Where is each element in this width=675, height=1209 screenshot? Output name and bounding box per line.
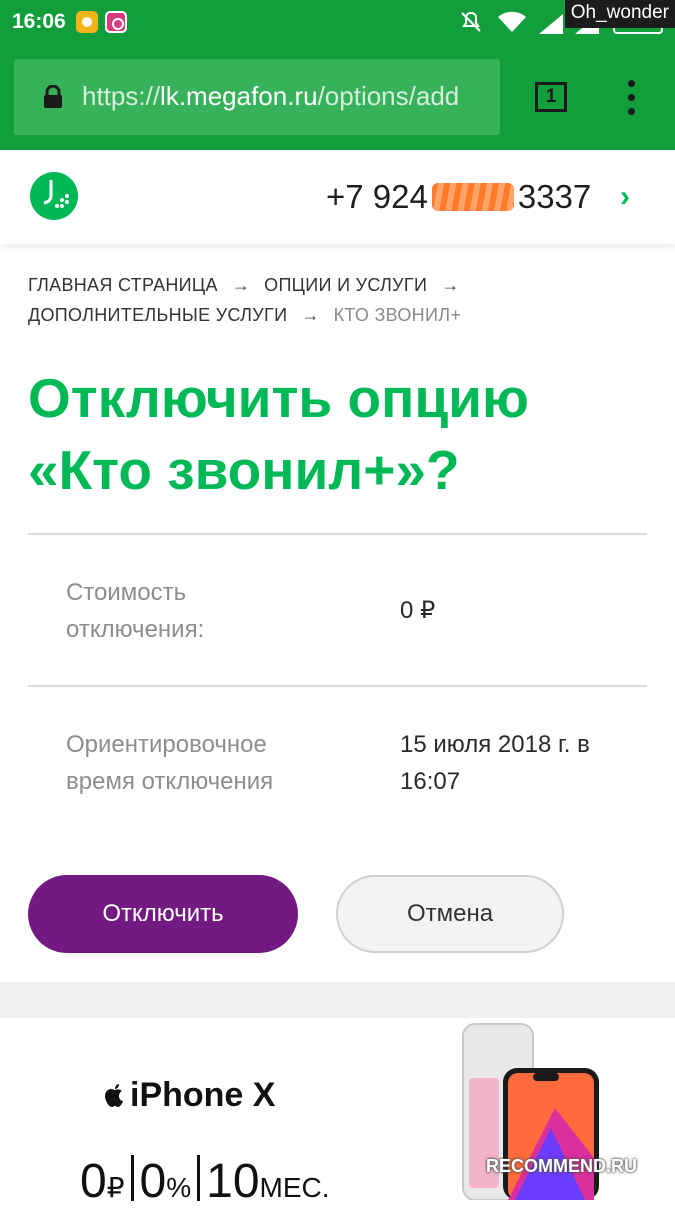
chevron-right-icon[interactable]: › [620, 180, 630, 214]
notification-app-icon [76, 11, 98, 33]
section-separator [0, 982, 675, 1018]
status-bar: 16:06 Oh_wonder [0, 0, 675, 46]
breadcrumb: ГЛАВНАЯ СТРАНИЦА → ОПЦИИ И УСЛУГИ → ДОПОЛНИ… [28, 270, 648, 330]
tab-switcher-button[interactable]: 1 [535, 82, 567, 112]
cost-label: Стоимость отключения: [66, 579, 205, 643]
promo-terms: 0₽ 0% 10МЕС. [80, 1154, 330, 1209]
url-domain: lk.megafon.ru [160, 81, 318, 111]
divider [28, 533, 647, 535]
url-text: https://lk.megafon.ru/options/add [82, 81, 490, 112]
promo-term-interest-unit: % [166, 1172, 192, 1203]
redacted-scribble [431, 183, 514, 211]
promo-brand: iPhone X [104, 1076, 275, 1115]
promo-term-down-payment-unit: ₽ [106, 1172, 125, 1203]
watermark-recommend: RECOMMEND.RU [486, 1156, 637, 1176]
instagram-icon [105, 11, 127, 33]
site-header: +7 924 3337 › [0, 150, 675, 244]
breadcrumb-additional-services[interactable]: ДОПОЛНИТЕЛЬНЫЕ УСЛУГИ [28, 305, 287, 325]
divider [28, 685, 647, 687]
mute-bell-icon [461, 11, 481, 32]
promo-term-months: 10 [206, 1155, 260, 1208]
page-title: Отключить опцию «Кто звонил+»? [28, 362, 648, 506]
watermark-username: Oh_wonder [564, 0, 675, 28]
cost-value: 0 ₽ [400, 597, 436, 624]
breadcrumb-home[interactable]: ГЛАВНАЯ СТРАНИЦА [28, 275, 218, 295]
disable-time-label: Ориентировочное время отключения [66, 731, 274, 795]
page-title-line2: «Кто звонил+»? [28, 439, 460, 501]
promo-brand-text: iPhone X [130, 1076, 276, 1114]
url-path: /options/add [317, 81, 460, 111]
wifi-icon [498, 11, 526, 32]
lock-icon [44, 85, 62, 108]
breadcrumb-options[interactable]: ОПЦИИ И УСЛУГИ [264, 275, 427, 295]
breadcrumb-current: КТО ЗВОНИЛ+ [333, 305, 462, 325]
promo-divider [197, 1155, 201, 1201]
browser-toolbar: https://lk.megafon.ru/options/add 1 [0, 46, 675, 150]
promo-term-months-unit: МЕС. [259, 1172, 330, 1203]
page-title-line1: Отключить опцию [28, 367, 529, 429]
apple-logo-icon [105, 1084, 123, 1107]
promo-term-down-payment: 0 [80, 1155, 107, 1208]
phone-end: 3337 [517, 178, 592, 215]
megafon-logo[interactable] [30, 172, 78, 220]
breadcrumb-arrow-icon: → [441, 275, 460, 295]
disable-option-button[interactable]: Отключить [28, 875, 298, 953]
account-phone-number[interactable]: +7 924 3337 [326, 178, 591, 216]
signal-icon [539, 14, 563, 34]
phone-start: +7 924 [326, 178, 428, 215]
status-time: 16:06 [12, 10, 66, 33]
address-bar[interactable]: https://lk.megafon.ru/options/add [14, 59, 500, 135]
url-prefix: https:// [82, 81, 161, 111]
promo-divider [130, 1155, 134, 1201]
breadcrumb-arrow-icon: → [301, 305, 320, 325]
cancel-button[interactable]: Отмена [336, 875, 564, 953]
breadcrumb-arrow-icon: → [231, 275, 251, 295]
promo-term-interest: 0 [139, 1155, 167, 1208]
disable-time-value: 15 июля 2018 г. в 16:07 [400, 731, 590, 795]
browser-menu-button[interactable] [622, 80, 642, 116]
